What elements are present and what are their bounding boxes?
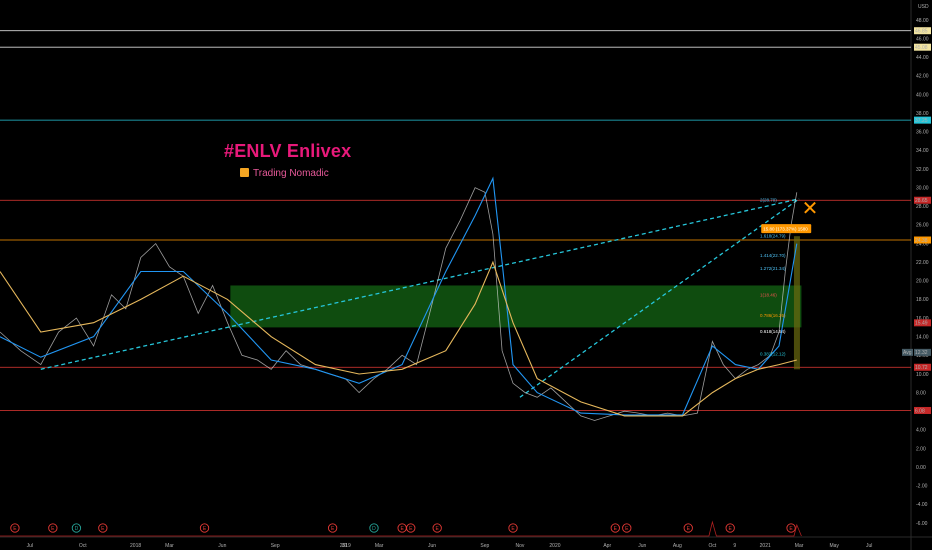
y-tick-label: 42.00 [916,74,929,80]
price-chart[interactable]: 2(28.70) 1.618(24.79) 1.414(22.70) 1.272(21… [0,0,932,550]
y-tick-label: -2.00 [916,484,928,490]
trend-line [40,198,800,370]
y-tick-label: 26.00 [916,223,929,229]
fib-level-label: 2(28.70) [760,197,777,202]
x-tick-label: 2019 [340,543,351,549]
y-tick-label: 4.00 [916,428,926,434]
y-tick-label: -4.00 [916,502,928,508]
x-tick-label: Sep [271,543,280,549]
x-tick-label: May [829,543,839,549]
x-tick-label: Nov [515,543,524,549]
x-tick-label: 9 [733,543,736,549]
x-tick-label: Jul [866,543,872,549]
currency-label: USD [918,4,929,10]
price-badge-label: 10.72 [915,365,928,371]
price-badge-label: 12.32 [915,350,928,356]
y-tick-label: 22.00 [916,260,929,266]
x-tick-label: Jun [428,543,436,549]
support-zone [230,285,802,328]
fib-level-label: 1.414(22.70) [760,253,786,258]
y-tick-label: 44.00 [916,55,929,61]
price-badge-label: 46.85 [915,29,928,35]
y-tick-label: 8.00 [916,390,926,396]
x-tick-label: Oct [708,543,716,549]
price-badge-label: 24.38 [915,238,928,244]
x-tick-label: Jun [218,543,226,549]
series-line-ma-slow [0,260,797,417]
fib-level-label: 0.786(16.26) [760,313,786,318]
fib-level-label: 1.272(21.34) [760,266,786,271]
event-marker-label: D [372,526,376,532]
price-badge-label: 37.25 [915,118,928,124]
y-tick-label: 20.00 [916,279,929,285]
price-badge-label: 15.49 [915,321,928,327]
x-tick-label: Aug [673,543,682,549]
y-tick-label: 10.00 [916,372,929,378]
y-tick-label: 14.00 [916,335,929,341]
x-tick-label: Jul [27,543,33,549]
chart-title: #ENLV Enlivex [224,141,352,161]
fib-level-label: 0.382(12.12) [760,352,786,357]
fib-level-label: 1.618(24.79) [760,234,786,239]
chart-stage[interactable]: 2(28.70) 1.618(24.79) 1.414(22.70) 1.272(21… [0,0,932,550]
x-tick-label: Mar [795,543,804,549]
avg-tag-label: Avg [903,350,912,356]
x-tick-label: Mar [165,543,174,549]
y-tick-label: -6.00 [916,521,928,527]
y-tick-label: 32.00 [916,167,929,173]
fib-level-label: 1(18.46) [760,293,777,298]
y-tick-label: 48.00 [916,18,929,24]
y-tick-label: 2.00 [916,446,926,452]
measure-callout-label: 15.80 (173.37%) 1580 [763,226,808,231]
fib-level-label: 0.618(14.54) [760,329,786,334]
y-tick-label: 34.00 [916,148,929,154]
y-tick-label: 46.00 [916,36,929,42]
x-tick-label: Jun [638,543,646,549]
author-name: Trading Nomadic [253,168,329,179]
y-tick-label: 18.00 [916,297,929,303]
x-tick-label: 2020 [549,543,560,549]
price-badge-label: 45.08 [915,45,928,51]
target-x-icon: ✕ [802,196,819,220]
price-badge-label: 6.08 [915,408,925,414]
y-tick-label: 30.00 [916,185,929,191]
price-badge-label: 28.65 [915,198,928,204]
x-tick-label: Apr [603,543,611,549]
y-tick-label: 40.00 [916,92,929,98]
event-marker-label: D [75,526,79,532]
x-tick-label: Sep [480,543,489,549]
logo-icon [240,168,249,177]
x-tick-label: 2021 [760,543,771,549]
y-tick-label: 28.00 [916,204,929,210]
x-tick-label: 2018 [130,543,141,549]
y-tick-label: 36.00 [916,130,929,136]
x-tick-label: Mar [375,543,384,549]
author-tag: Trading Nomadic [240,168,329,179]
y-tick-label: 0.00 [916,465,926,471]
x-tick-label: Oct [79,543,87,549]
y-tick-label: 38.00 [916,111,929,117]
